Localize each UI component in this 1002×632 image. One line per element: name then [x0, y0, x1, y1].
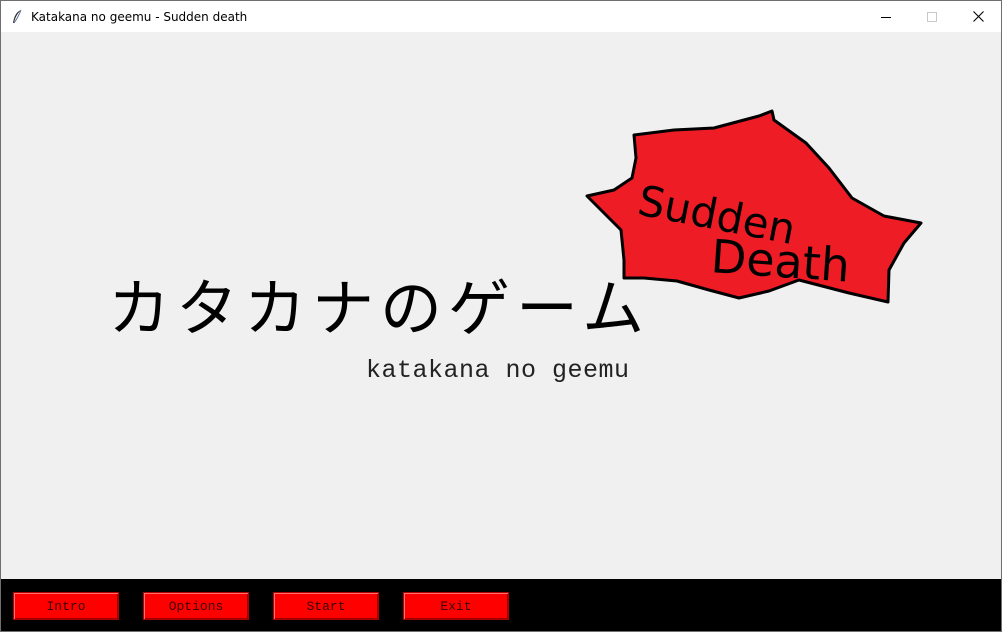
feather-icon [9, 9, 25, 25]
start-button[interactable]: Start [273, 592, 379, 620]
maximize-icon [927, 11, 937, 22]
minimize-button[interactable] [863, 1, 909, 32]
title-bar[interactable]: Katakana no geemu - Sudden death [1, 1, 1001, 32]
caption-buttons [863, 1, 1001, 32]
romaji-subtitle: katakana no geemu [366, 356, 630, 385]
maximize-button[interactable] [909, 1, 955, 32]
close-icon [972, 11, 984, 22]
window-title: Katakana no geemu - Sudden death [31, 9, 248, 24]
badge-text-death: Death [709, 229, 852, 293]
intro-button[interactable]: Intro [13, 592, 119, 620]
exit-button[interactable]: Exit [403, 592, 509, 620]
close-button[interactable] [955, 1, 1001, 32]
japanese-title: カタカナのゲーム [108, 272, 651, 345]
menu-bar: Intro Options Start Exit [1, 579, 1001, 631]
minimize-icon [881, 16, 891, 18]
app-window: Katakana no geemu - Sudden death Sudden … [0, 0, 1002, 632]
main-canvas: Sudden Death カタカナのゲーム katakana no geemu [1, 32, 1001, 579]
options-button[interactable]: Options [143, 592, 249, 620]
